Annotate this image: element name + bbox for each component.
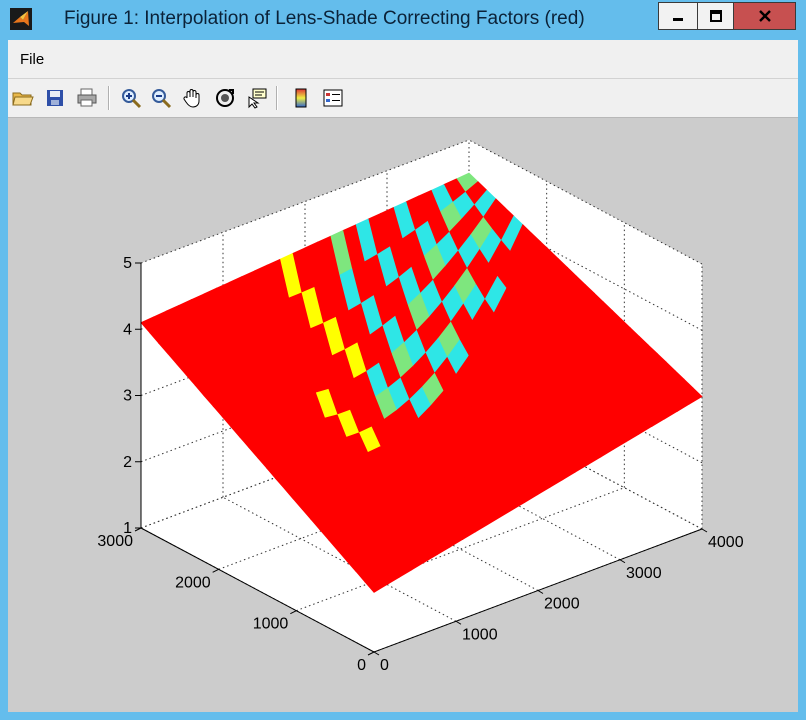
x-tick-mark: [537, 590, 544, 594]
pan-hand-icon: [183, 89, 200, 108]
x-tick-label: 4000: [708, 534, 744, 551]
maximize-button[interactable]: [698, 2, 734, 30]
print-button[interactable]: [74, 85, 100, 111]
pan-button[interactable]: [180, 85, 206, 111]
toolbar-separator: [108, 86, 110, 110]
figure-client-area: File 0 1000 2000 3000 4000 0 1000 2000 3…: [8, 40, 798, 712]
legend-icon: [323, 89, 343, 107]
print-icon: [77, 88, 97, 107]
z-tick-label: 2: [123, 454, 132, 471]
y-tick-label: 2000: [175, 574, 211, 591]
x-tick-mark: [701, 528, 708, 533]
z-tick-label: 3: [123, 388, 132, 405]
menu-bar: File: [8, 40, 798, 79]
x-tick-label: 0: [380, 657, 389, 674]
surface-plot[interactable]: 01000200030004000010002000300012345: [8, 118, 798, 712]
y-tick-mark: [290, 610, 297, 615]
open-file-button[interactable]: [10, 85, 36, 111]
figure-window: Figure 1: Interpolation of Lens-Shade Co…: [0, 0, 806, 720]
y-tick-mark: [367, 651, 375, 656]
z-tick-label: 1: [123, 520, 132, 537]
rotate-3d-button[interactable]: [212, 85, 238, 111]
x-tick-label: 2000: [544, 596, 580, 613]
minimize-icon: [673, 18, 683, 21]
x-tick-mark: [373, 651, 380, 656]
title-bar[interactable]: Figure 1: Interpolation of Lens-Shade Co…: [0, 0, 806, 38]
rotate-3d-icon: [216, 89, 234, 107]
x-tick-mark: [455, 620, 462, 625]
window-title: Figure 1: Interpolation of Lens-Shade Co…: [64, 8, 585, 29]
toolbar-separator: [276, 86, 278, 110]
x-tick-label: 1000: [462, 626, 498, 643]
z-tick-label: 5: [123, 255, 132, 272]
y-tick-mark: [212, 568, 219, 573]
y-tick-label: 0: [357, 657, 366, 674]
figure-toolbar: [8, 79, 798, 118]
save-icon: [47, 90, 63, 106]
zoom-in-button[interactable]: [118, 85, 144, 111]
close-icon: [758, 10, 771, 22]
colorbar-button[interactable]: [288, 85, 314, 111]
data-cursor-icon: [248, 88, 267, 109]
legend-button[interactable]: [320, 85, 346, 111]
x-tick-mark: [619, 559, 626, 564]
zoom-out-button[interactable]: [148, 85, 174, 111]
data-cursor-button[interactable]: [244, 85, 270, 111]
open-file-icon: [12, 92, 34, 106]
zoom-in-icon: [122, 89, 142, 109]
menu-file[interactable]: File: [20, 51, 44, 68]
close-button[interactable]: [734, 2, 796, 30]
maximize-icon: [709, 10, 722, 22]
minimize-button[interactable]: [658, 2, 698, 30]
save-button[interactable]: [42, 85, 68, 111]
z-tick-label: 4: [123, 321, 132, 338]
x-tick-label: 3000: [626, 565, 662, 582]
zoom-out-icon: [152, 89, 172, 109]
figure-canvas[interactable]: 0 1000 2000 3000 4000 0 1000 2000 3000 1 2 3 4 5: [8, 118, 798, 712]
matlab-logo-icon: [10, 8, 32, 30]
colorbar-icon: [295, 88, 307, 108]
y-tick-label: 1000: [253, 616, 289, 633]
